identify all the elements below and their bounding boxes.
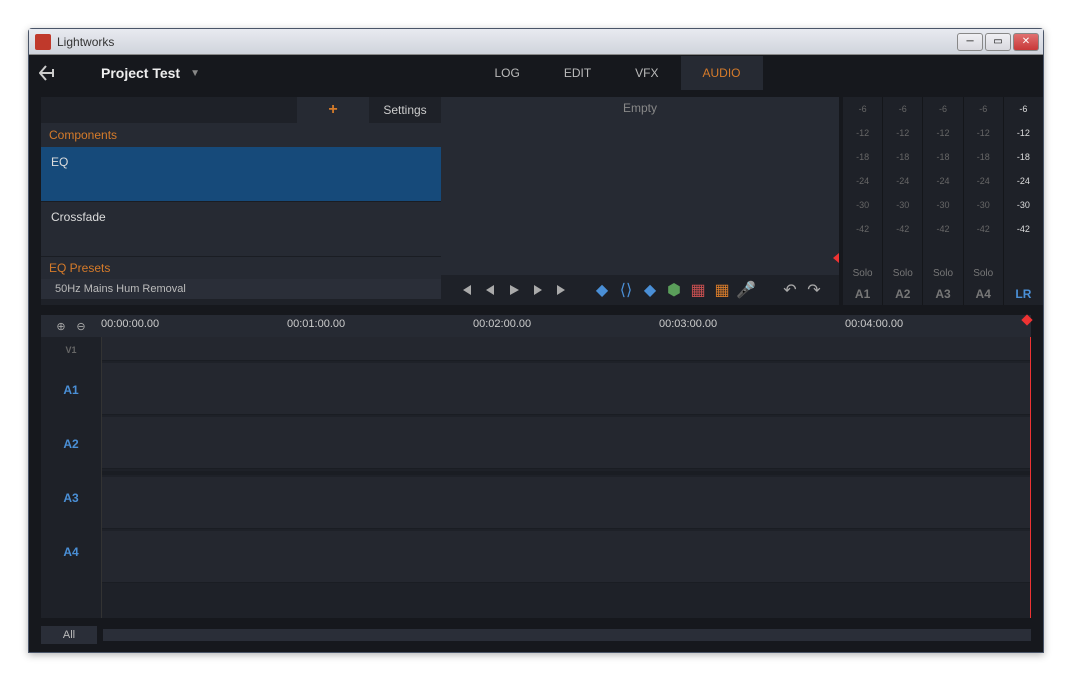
components-list: EQ Crossfade bbox=[41, 147, 441, 257]
playhead-line[interactable] bbox=[1030, 337, 1031, 618]
meter-a4: -6 -12 -18 -24 -30 -42 bbox=[963, 97, 1003, 264]
tick-1: 00:01:00.00 bbox=[287, 318, 345, 330]
solo-lr: . bbox=[1003, 264, 1043, 283]
topbar: Project Test ▼ LOG EDIT VFX AUDIO bbox=[29, 55, 1043, 91]
main-tabs: LOG EDIT VFX AUDIO bbox=[472, 56, 762, 90]
playhead-indicator-icon bbox=[833, 253, 839, 263]
channel-a4[interactable]: A4 bbox=[963, 283, 1003, 305]
lane-v1[interactable] bbox=[102, 337, 1031, 361]
track-label-a4[interactable]: A4 bbox=[41, 525, 101, 579]
channel-a2[interactable]: A2 bbox=[882, 283, 922, 305]
track-label-a2[interactable]: A2 bbox=[41, 417, 101, 471]
remove-section-icon[interactable]: ▦ bbox=[690, 282, 706, 298]
tick-2: 00:02:00.00 bbox=[473, 318, 531, 330]
group-separator bbox=[102, 471, 1031, 475]
tab-edit[interactable]: EDIT bbox=[542, 56, 613, 90]
titlebar[interactable]: Lightworks ─ ▭ ✕ bbox=[29, 29, 1043, 55]
mark-in-icon[interactable]: ◆ bbox=[594, 282, 610, 298]
lane-a3[interactable] bbox=[102, 477, 1031, 529]
app-icon bbox=[35, 34, 51, 50]
tick-3: 00:03:00.00 bbox=[659, 318, 717, 330]
project-dropdown-icon[interactable]: ▼ bbox=[190, 68, 200, 79]
app-body: Project Test ▼ LOG EDIT VFX AUDIO + Sett… bbox=[29, 55, 1043, 652]
presets-header: EQ Presets bbox=[41, 257, 441, 279]
tab-log[interactable]: LOG bbox=[472, 56, 541, 90]
solo-row: Solo Solo Solo Solo . bbox=[843, 264, 1043, 283]
track-lanes[interactable] bbox=[101, 337, 1031, 618]
add-tab[interactable]: + bbox=[297, 97, 369, 123]
redo-icon[interactable]: ↷ bbox=[806, 282, 822, 298]
preset-item[interactable]: 50Hz Mains Hum Removal bbox=[41, 279, 441, 299]
mark-out-icon[interactable]: ◆ bbox=[642, 282, 658, 298]
window-frame: Lightworks ─ ▭ ✕ Project Test ▼ LOG EDIT… bbox=[28, 28, 1044, 653]
tick-4: 00:04:00.00 bbox=[845, 318, 903, 330]
channel-a3[interactable]: A3 bbox=[922, 283, 962, 305]
go-end-icon[interactable] bbox=[554, 282, 570, 298]
meter-lr: -6 -12 -18 -24 -30 -42 bbox=[1003, 97, 1043, 264]
zoom-in-icon[interactable]: ⊕ bbox=[54, 319, 68, 333]
audio-meters: -6 -12 -18 -24 -30 -42 -6 -12 -18 -24 bbox=[843, 97, 1043, 305]
solo-a3[interactable]: Solo bbox=[922, 264, 962, 283]
undo-icon[interactable]: ↶ bbox=[782, 282, 798, 298]
meter-a2: -6 -12 -18 -24 -30 -42 bbox=[882, 97, 922, 264]
solo-a4[interactable]: Solo bbox=[963, 264, 1003, 283]
components-panel: + Settings Components EQ Crossfade EQ Pr… bbox=[41, 97, 441, 305]
lane-a1[interactable] bbox=[102, 363, 1031, 415]
tracks: V1 A1 A2 A3 A4 bbox=[41, 337, 1031, 618]
track-labels: V1 A1 A2 A3 A4 bbox=[41, 337, 101, 618]
transport-bar: ◆ ⟨⟩ ◆ ⬢ ▦ ▦ 🎤 ↶ ↷ bbox=[441, 275, 839, 305]
maximize-button[interactable]: ▭ bbox=[985, 33, 1011, 51]
bottom-bar: All bbox=[41, 624, 1031, 646]
prev-frame-icon[interactable] bbox=[482, 282, 498, 298]
playhead-marker-icon[interactable] bbox=[1023, 316, 1031, 328]
go-start-icon[interactable] bbox=[458, 282, 474, 298]
add-marker-icon[interactable]: ⬢ bbox=[666, 282, 682, 298]
tick-0: 00:00:00.00 bbox=[101, 318, 159, 330]
back-icon[interactable] bbox=[37, 61, 61, 85]
minimize-button[interactable]: ─ bbox=[957, 33, 983, 51]
next-frame-icon[interactable] bbox=[530, 282, 546, 298]
time-ruler[interactable]: ⊕ ⊖ 00:00:00.00 00:01:00.00 00:02:00.00 … bbox=[41, 315, 1031, 337]
timeline: ⊕ ⊖ 00:00:00.00 00:01:00.00 00:02:00.00 … bbox=[41, 315, 1031, 618]
zoom-out-icon[interactable]: ⊖ bbox=[74, 319, 88, 333]
marker-cue-icon[interactable]: ⟨⟩ bbox=[618, 282, 634, 298]
window-title: Lightworks bbox=[57, 35, 957, 49]
all-tracks-button[interactable]: All bbox=[41, 626, 97, 644]
component-eq[interactable]: EQ bbox=[41, 147, 441, 202]
content-row: + Settings Components EQ Crossfade EQ Pr… bbox=[29, 91, 1043, 305]
solo-a2[interactable]: Solo bbox=[882, 264, 922, 283]
insert-section-icon[interactable]: ▦ bbox=[714, 282, 730, 298]
track-label-a3[interactable]: A3 bbox=[41, 471, 101, 525]
lane-a4[interactable] bbox=[102, 531, 1031, 583]
track-label-a1[interactable]: A1 bbox=[41, 363, 101, 417]
mic-icon[interactable]: 🎤 bbox=[738, 282, 754, 298]
channel-row: A1 A2 A3 A4 LR bbox=[843, 283, 1043, 305]
channel-lr[interactable]: LR bbox=[1003, 283, 1043, 305]
lane-a2[interactable] bbox=[102, 417, 1031, 469]
ruler-ticks[interactable]: 00:00:00.00 00:01:00.00 00:02:00.00 00:0… bbox=[101, 315, 1031, 337]
meter-a3: -6 -12 -18 -24 -30 -42 bbox=[922, 97, 962, 264]
settings-tab[interactable]: Settings bbox=[369, 97, 441, 123]
project-name: Project Test bbox=[101, 65, 180, 81]
viewer-empty-label: Empty bbox=[441, 97, 839, 275]
tab-audio[interactable]: AUDIO bbox=[681, 56, 763, 90]
track-label-v1[interactable]: V1 bbox=[41, 337, 101, 363]
component-crossfade[interactable]: Crossfade bbox=[41, 202, 441, 257]
viewer: Empty ◆ ⟨⟩ ◆ ⬢ ▦ ▦ bbox=[441, 97, 839, 305]
close-button[interactable]: ✕ bbox=[1013, 33, 1039, 51]
meter-a1: -6 -12 -18 -24 -30 -42 bbox=[843, 97, 882, 264]
components-header: Components bbox=[41, 123, 441, 147]
channel-a1[interactable]: A1 bbox=[843, 283, 882, 305]
timeline-scrollbar[interactable] bbox=[103, 629, 1031, 641]
play-icon[interactable] bbox=[506, 282, 522, 298]
viewer-area: Empty ◆ ⟨⟩ ◆ ⬢ ▦ ▦ bbox=[441, 97, 1043, 305]
solo-a1[interactable]: Solo bbox=[843, 264, 882, 283]
tab-vfx[interactable]: VFX bbox=[613, 56, 680, 90]
